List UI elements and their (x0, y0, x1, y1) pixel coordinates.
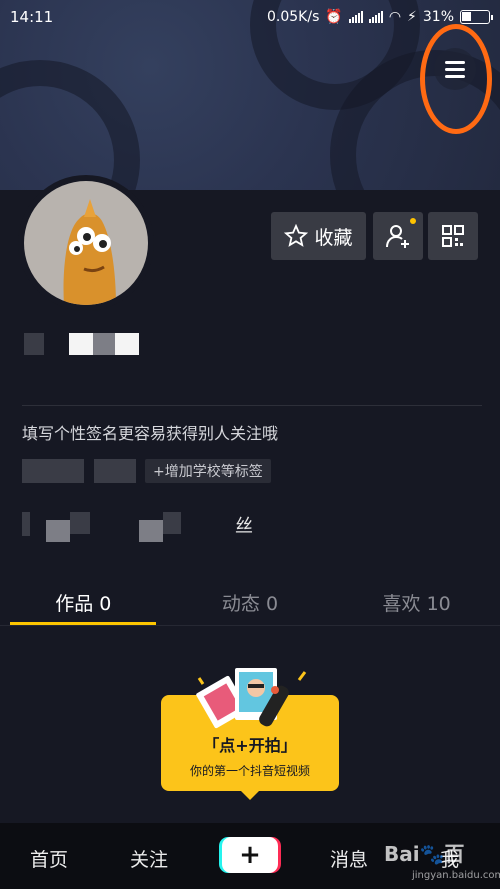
redacted-stat (70, 512, 90, 534)
watermark: Bai🐾百 (384, 842, 465, 866)
plus-icon: + (239, 840, 261, 870)
charging-icon: ⚡ (407, 9, 417, 25)
tab-likes[interactable]: 喜欢 10 (337, 589, 497, 616)
tab-divider (0, 625, 500, 626)
avatar[interactable] (18, 175, 154, 311)
watermark-url: jingyan.baidu.com (412, 870, 500, 881)
redacted-stat (22, 512, 30, 536)
signal-icon-2 (368, 11, 383, 23)
profile-tabs: 作品 0 动态 0 喜欢 10 (0, 578, 500, 626)
redacted-info-tag (94, 459, 136, 483)
signal-icon (348, 11, 363, 23)
status-time: 14:11 (10, 8, 54, 26)
photo-stack-illustration (196, 668, 307, 729)
alarm-icon: ⏰ (325, 9, 343, 25)
nav-follow[interactable]: 关注 (130, 845, 168, 872)
shoot-prompt-subtitle: 你的第一个抖音短视频 (189, 764, 310, 778)
redacted-stat (46, 520, 70, 542)
redacted-block (93, 333, 115, 355)
shoot-prompt-title: 「点+开拍」 (203, 736, 297, 755)
star-icon (284, 224, 309, 247)
redacted-block (115, 333, 139, 355)
add-user-icon (386, 225, 409, 248)
redacted-info-tag (22, 459, 84, 483)
wifi-icon: ◠ (388, 9, 402, 25)
notification-dot (410, 218, 416, 224)
battery-percent: 31% (422, 9, 454, 25)
redacted-stat (163, 512, 181, 534)
nav-messages[interactable]: 消息 (330, 845, 368, 872)
signature-prompt[interactable]: 填写个性签名更容易获得别人关注哦 (22, 420, 278, 444)
qr-code-button[interactable] (428, 212, 478, 260)
qr-code-icon (442, 225, 464, 247)
avatar-image (24, 181, 148, 305)
nav-home[interactable]: 首页 (30, 845, 68, 872)
divider (22, 405, 482, 406)
status-bar: 14:11 0.05K/s ⏰ ◠ ⚡ 31% (0, 0, 500, 34)
tab-works[interactable]: 作品 0 (3, 589, 163, 616)
active-tab-indicator (10, 622, 156, 625)
redacted-username (24, 333, 44, 355)
network-speed: 0.05K/s (267, 9, 320, 25)
favorites-label: 收藏 (314, 226, 353, 249)
battery-icon (460, 10, 493, 24)
create-video-button[interactable]: + (222, 837, 278, 873)
highlight-annotation (420, 24, 492, 134)
favorites-button[interactable]: 收藏 (271, 212, 366, 260)
add-friend-button[interactable] (373, 212, 423, 260)
add-school-tag[interactable]: +增加学校等标签 (145, 459, 271, 483)
redacted-stat (139, 520, 163, 542)
tab-dynamics[interactable]: 动态 0 (170, 589, 330, 616)
redacted-block (69, 333, 93, 355)
fans-stat-label[interactable]: 丝 (235, 512, 253, 538)
